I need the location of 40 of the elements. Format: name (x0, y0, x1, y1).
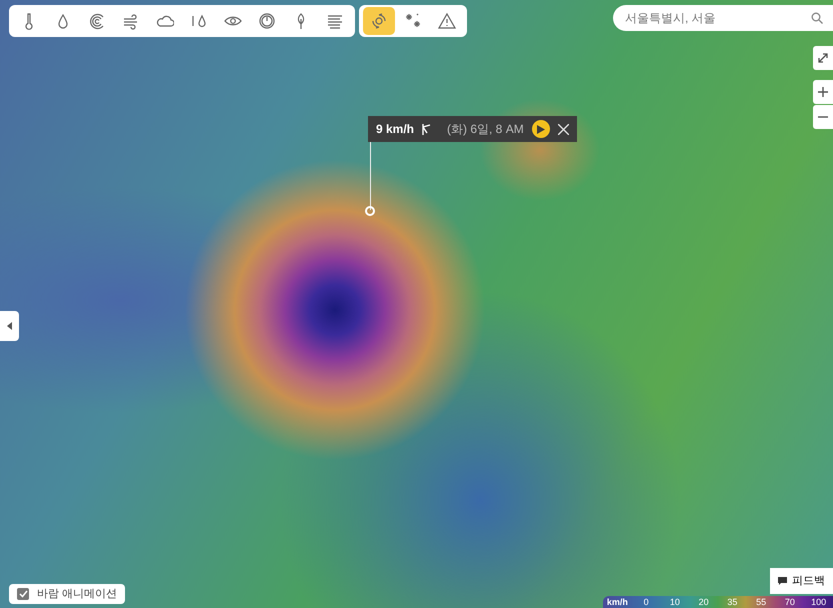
search-field[interactable]: 서울특별시, 서울 (613, 5, 833, 31)
wind-speed: 9 km/h (376, 121, 414, 138)
scale-tick: 70 (784, 596, 796, 608)
toggle-label: 바람 애니메이션 (37, 586, 118, 602)
forecast-time: (화) 6일, 8 AM (447, 121, 524, 138)
rings-icon (88, 12, 106, 30)
plus-icon (817, 86, 829, 98)
wind-map[interactable] (0, 0, 833, 608)
warning-icon (438, 12, 456, 30)
location-marker (365, 206, 375, 216)
play-button[interactable] (532, 120, 550, 138)
expand-icon (817, 52, 829, 64)
check-icon (18, 590, 28, 598)
drops-icon (190, 12, 208, 30)
close-button[interactable] (558, 124, 569, 134)
fullscreen-button[interactable] (813, 46, 833, 70)
search-icon (811, 12, 823, 24)
side-panel-button[interactable] (0, 311, 19, 341)
zoom-in-button[interactable] (813, 80, 833, 104)
scale-tick: 35 (726, 596, 738, 608)
unit-label: km/h (606, 596, 629, 608)
wind-icon (122, 12, 140, 30)
scale-tick: 100 (810, 596, 828, 608)
chat-icon (778, 576, 787, 585)
scale-tick: 10 (668, 596, 681, 608)
hurricane-icon (370, 12, 388, 30)
caret-icon (6, 322, 12, 330)
play-icon (536, 124, 545, 134)
wind-direction-icon (422, 124, 432, 134)
close-icon (558, 124, 569, 134)
snowflakes-icon (404, 12, 422, 30)
layer-button[interactable] (363, 7, 395, 35)
zoom-out-button[interactable] (813, 105, 833, 129)
animation-toggle[interactable]: 바람 애니메이션 (9, 584, 126, 604)
feedback-button[interactable]: 피드백 (770, 568, 833, 594)
checkbox[interactable] (17, 588, 29, 600)
scale-tick: 20 (698, 596, 710, 608)
scale-tick: 0 (642, 596, 650, 608)
gauge-icon (258, 12, 276, 30)
scale-tick: 55 (755, 596, 768, 608)
